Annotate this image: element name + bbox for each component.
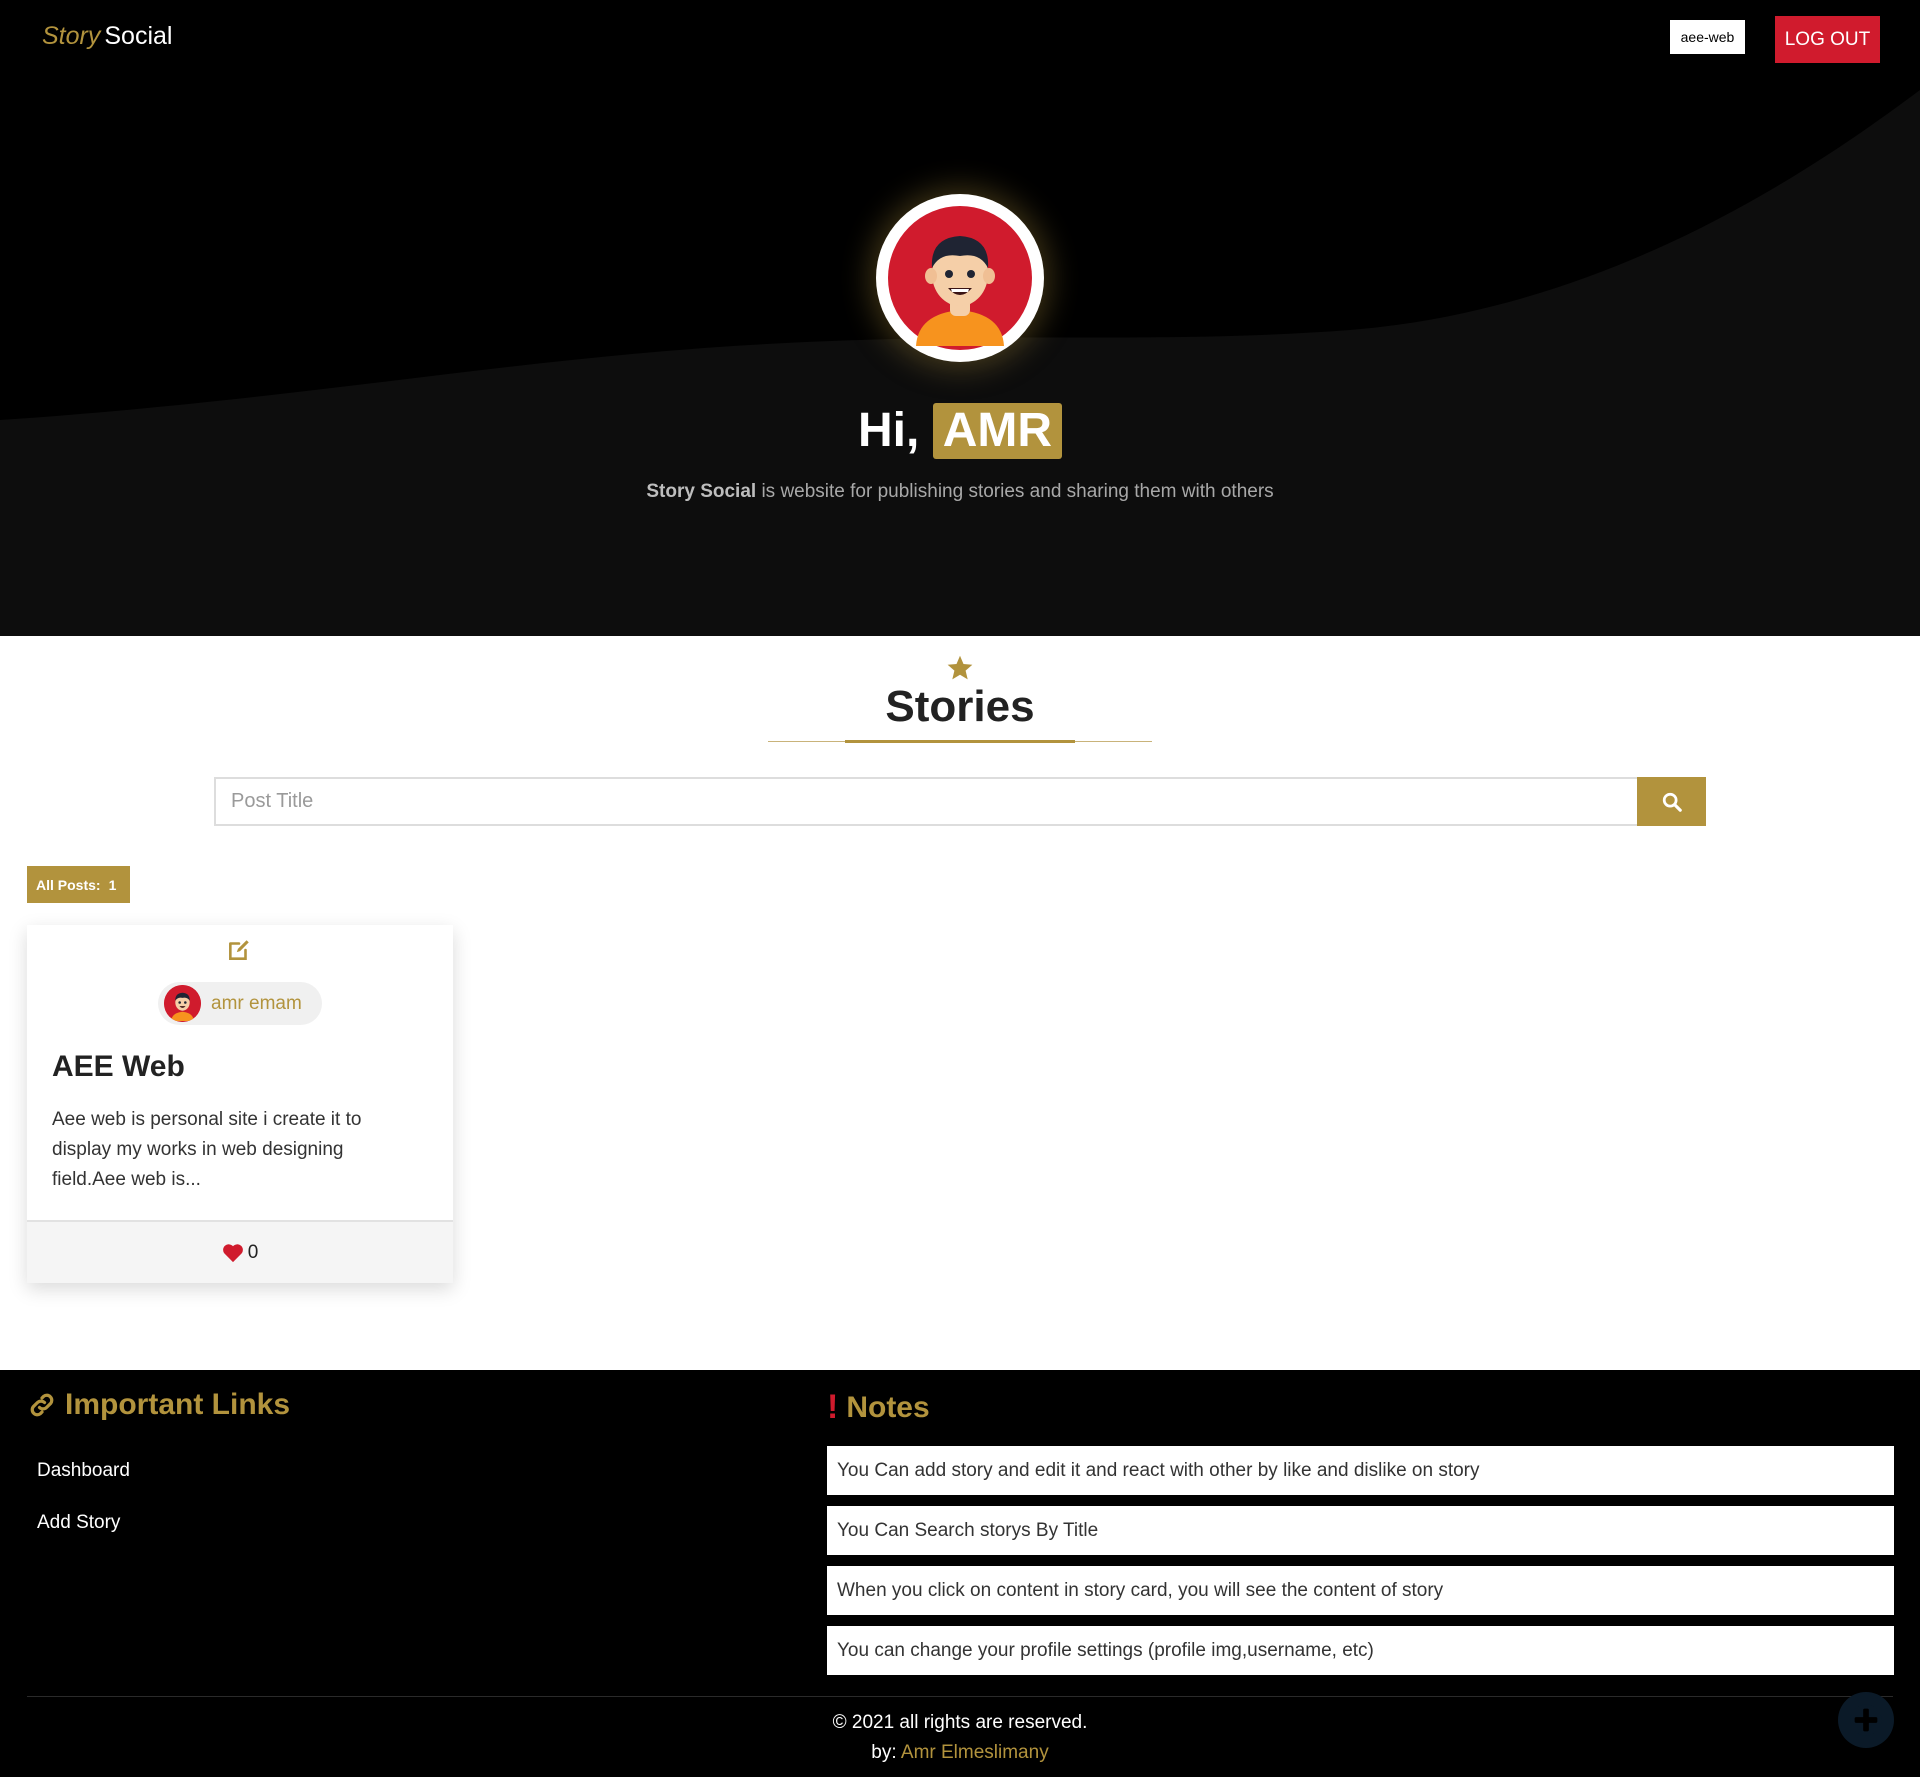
logout-button[interactable]: LOG OUT <box>1775 16 1880 63</box>
brand-story-text: Story <box>42 22 101 50</box>
greeting-prefix: Hi, <box>858 404 920 457</box>
add-story-fab[interactable] <box>1838 1692 1894 1748</box>
tagline-text: is website for publishing stories and sh… <box>756 481 1274 502</box>
story-excerpt[interactable]: Aee web is personal site i create it to … <box>52 1105 412 1195</box>
hero-tagline: Story Social is website for publishing s… <box>0 481 1920 503</box>
plus-icon <box>1850 1704 1882 1736</box>
posts-badge-label: All Posts: <box>36 876 101 893</box>
avatar-icon <box>888 206 1032 350</box>
footer: Important Links Dashboard Add Story ! No… <box>0 1370 1920 1777</box>
author-avatar <box>164 985 201 1022</box>
story-title[interactable]: AEE Web <box>52 1050 185 1084</box>
story-author-name: amr emam <box>211 992 302 1014</box>
story-card[interactable]: amr emam AEE Web Aee web is personal sit… <box>27 925 453 1283</box>
notes-heading: ! Notes <box>827 1388 930 1427</box>
story-author-pill[interactable]: amr emam <box>158 982 322 1025</box>
brand-social-text: Social <box>104 22 173 50</box>
search-form <box>214 777 1706 826</box>
navbar: Story Social aee-web LOG OUT <box>0 0 1920 74</box>
stories-title: Stories <box>885 682 1035 731</box>
note-item: When you click on content in story card,… <box>827 1566 1894 1615</box>
like-count: 0 <box>247 1241 259 1263</box>
copyright-text: © 2021 all rights are reserved. <box>832 1712 1088 1733</box>
footer-link-dashboard[interactable]: Dashboard <box>37 1460 130 1482</box>
edit-icon[interactable] <box>226 937 252 963</box>
posts-count-badge: All Posts: 1 <box>27 866 131 903</box>
tagline-brand: Story Social <box>646 481 757 502</box>
profile-avatar[interactable] <box>876 194 1044 362</box>
note-item: You Can Search storys By Title <box>827 1506 1894 1555</box>
greeting-username: AMR <box>932 403 1062 459</box>
story-card-footer: 0 <box>27 1220 453 1283</box>
posts-badge-count: 1 <box>108 876 117 893</box>
note-item: You Can add story and edit it and react … <box>827 1446 1894 1495</box>
footer-link-add-story[interactable]: Add Story <box>37 1512 120 1534</box>
byline-author[interactable]: Amr Elmeslimany <box>901 1742 1049 1763</box>
brand-logo[interactable]: Story Social <box>42 22 172 51</box>
title-underline-accent <box>845 740 1075 743</box>
important-links-title: Important Links <box>65 1388 291 1421</box>
hero-section: Story Social aee-web LOG OUT Hi, AMR Stor… <box>0 0 1920 636</box>
note-item: You can change your profile settings (pr… <box>827 1626 1894 1675</box>
exclamation-icon: ! <box>827 1388 839 1426</box>
link-icon <box>30 1393 54 1417</box>
stories-section: Stories All Posts: 1 <box>0 636 1920 1370</box>
footer-divider <box>27 1696 1893 1697</box>
username-chip[interactable]: aee-web <box>1670 20 1745 54</box>
byline-label: by: <box>871 1742 897 1763</box>
greeting-heading: Hi, AMR <box>0 403 1920 459</box>
star-icon <box>947 655 973 680</box>
search-input[interactable] <box>214 777 1637 826</box>
byline: by: Amr Elmeslimany <box>0 1742 1920 1764</box>
search-icon <box>1662 792 1682 812</box>
notes-title: Notes <box>846 1390 930 1424</box>
avatar-icon <box>164 985 201 1022</box>
search-button[interactable] <box>1637 777 1706 826</box>
heart-icon[interactable] <box>222 1243 244 1263</box>
important-links-heading: Important Links <box>27 1388 290 1422</box>
